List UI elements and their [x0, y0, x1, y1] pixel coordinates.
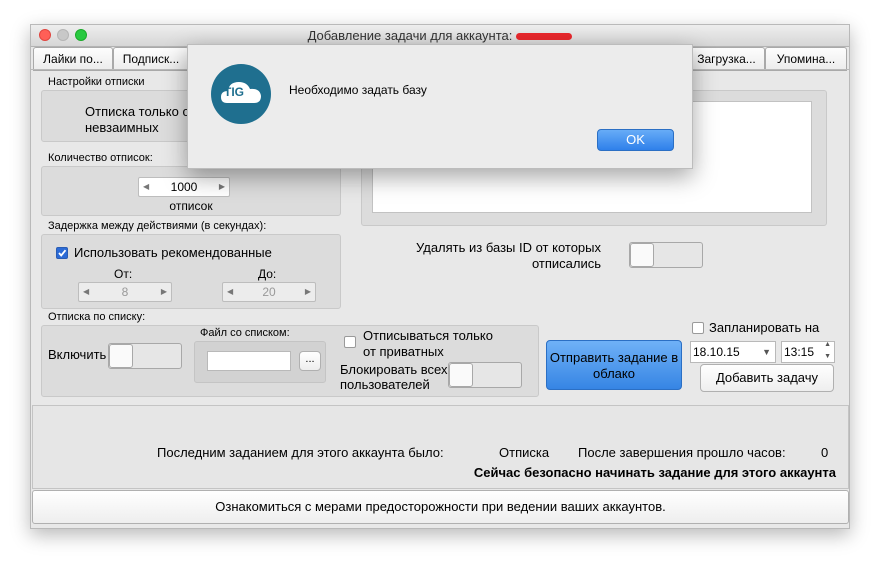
schedule-checkbox[interactable] — [692, 322, 704, 334]
time-stepper-icon[interactable]: ▲ ▼ — [824, 339, 831, 363]
delay-to-stepper[interactable]: ◀ 20 ▶ — [222, 282, 316, 302]
decrement-icon[interactable]: ◀ — [143, 178, 149, 196]
block-users-line2: пользователей — [340, 377, 430, 392]
file-path-input[interactable] — [207, 351, 291, 371]
file-list-group: ... — [194, 341, 326, 383]
private-only-line1: Отписываться только — [363, 328, 493, 343]
count-label: Количество отписок: — [48, 152, 153, 164]
schedule-time-field[interactable]: 13:15 ▲ ▼ — [781, 341, 835, 363]
schedule-date-picker[interactable]: 18.10.15 ▼ — [690, 341, 776, 363]
tab-upload[interactable]: Загрузка... — [688, 47, 765, 71]
alert-dialog: TIG Необходимо задать базу OK — [187, 44, 693, 169]
enable-list-toggle[interactable] — [108, 343, 182, 369]
redacted-account-name — [516, 33, 573, 41]
private-only-label: Отписываться только от приватных — [363, 328, 493, 360]
count-unit: отписок — [169, 199, 213, 213]
safe-to-start-message: Сейчас безопасно начинать задание для эт… — [473, 465, 836, 480]
schedule-label: Запланировать на — [709, 320, 820, 335]
browse-file-button[interactable]: ... — [299, 351, 321, 371]
unfollow-settings-label: Настройки отписки — [48, 76, 145, 88]
window-title: Добавление задачи для аккаунта: — [31, 28, 849, 43]
send-to-cloud-line2: облако — [593, 366, 635, 381]
delay-to-label: До: — [258, 267, 277, 281]
delay-group: Использовать рекомендованные От: До: ◀ 8… — [41, 234, 341, 309]
send-to-cloud-line1: Отправить задание в — [549, 350, 679, 365]
use-recommended-label: Использовать рекомендованные — [74, 245, 272, 260]
delete-from-db-line2: отписались — [531, 256, 601, 271]
last-task-value: Отписка — [499, 445, 550, 460]
status-panel: Последним заданием для этого аккаунта бы… — [32, 405, 849, 489]
count-group: ◀ 1000 ▶ отписок — [41, 166, 341, 216]
increment-icon[interactable]: ▶ — [161, 283, 167, 301]
delete-from-db-toggle[interactable] — [629, 242, 703, 268]
unfollow-mode-line2: невзаимных — [85, 120, 159, 135]
tab-follows[interactable]: Подписк... — [113, 47, 189, 71]
count-stepper[interactable]: ◀ 1000 ▶ — [138, 177, 230, 197]
alert-message: Необходимо задать базу — [289, 83, 427, 97]
toggle-knob — [449, 363, 473, 387]
delay-to-value: 20 — [262, 285, 276, 299]
block-users-label: Блокировать всех пользователей — [340, 362, 448, 392]
increment-icon[interactable]: ▶ — [219, 178, 225, 196]
delete-from-db-label: Удалять из базы ID от которых отписались — [401, 240, 601, 272]
decrement-icon[interactable]: ◀ — [227, 283, 233, 301]
list-group: Включить Файл со списком: ... Отписывать… — [41, 325, 539, 397]
use-recommended-checkbox[interactable] — [56, 247, 68, 259]
toggle-knob — [109, 344, 133, 368]
toggle-knob — [630, 243, 654, 267]
send-to-cloud-button[interactable]: Отправить задание в облако — [546, 340, 682, 390]
ok-button[interactable]: OK — [597, 129, 674, 151]
tab-mentions[interactable]: Упомина... — [765, 47, 847, 71]
increment-icon[interactable]: ▶ — [305, 283, 311, 301]
delete-from-db-line1: Удалять из базы ID от которых — [415, 240, 601, 255]
delay-from-value: 8 — [121, 285, 129, 299]
block-users-line1: Блокировать всех — [340, 362, 448, 377]
add-task-button[interactable]: Добавить задачу — [700, 364, 834, 392]
delay-label: Задержка между действиями (в секундах): — [48, 220, 267, 232]
unfollow-mode-line1: Отписка только о — [85, 104, 190, 119]
list-label: Отписка по списку: — [48, 311, 146, 323]
count-value: 1000 — [170, 180, 198, 194]
tig-logo-text: TIG — [224, 85, 244, 99]
last-task-label: Последним заданием для этого аккаунта бы… — [157, 445, 444, 460]
hours-since-label: После завершения прошло часов: — [578, 445, 786, 460]
decrement-icon[interactable]: ◀ — [83, 283, 89, 301]
private-only-checkbox[interactable] — [344, 336, 356, 348]
schedule-date: 18.10.15 — [693, 345, 740, 359]
delay-from-stepper[interactable]: ◀ 8 ▶ — [78, 282, 172, 302]
check-icon — [58, 249, 67, 257]
hours-since-value: 0 — [821, 445, 829, 460]
private-only-line2: от приватных — [363, 344, 444, 359]
delay-from-label: От: — [114, 267, 133, 281]
schedule-time: 13:15 — [784, 345, 815, 359]
safety-measures-button[interactable]: Ознакомиться с мерами предосторожности п… — [32, 490, 849, 524]
enable-list-label: Включить — [48, 347, 107, 362]
file-list-label: Файл со списком: — [200, 327, 290, 339]
tab-likes[interactable]: Лайки по... — [33, 47, 113, 71]
calendar-dropdown-icon[interactable]: ▼ — [762, 342, 771, 362]
block-users-toggle[interactable] — [448, 362, 522, 388]
